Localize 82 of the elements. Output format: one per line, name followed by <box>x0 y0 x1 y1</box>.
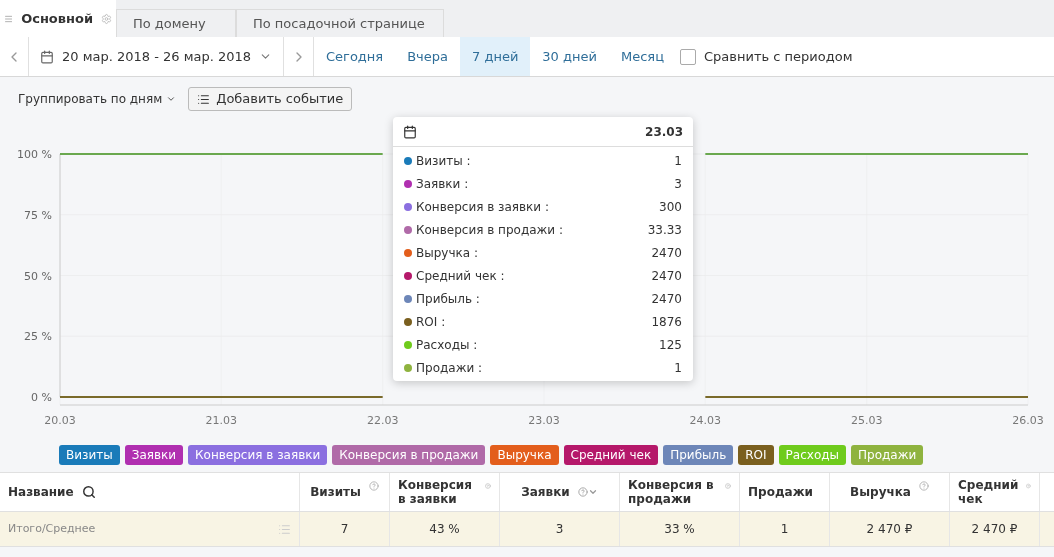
period-tab[interactable]: 30 дней <box>530 37 609 76</box>
legend-toggle[interactable]: Прибыль <box>663 444 734 465</box>
help-icon[interactable] <box>725 481 731 491</box>
tooltip-label: Конверсия в продажи : <box>416 221 564 239</box>
help-icon[interactable] <box>918 481 929 491</box>
row-name: Итого/Среднее <box>8 520 96 537</box>
table-cell: 2 470 ₽ <box>830 512 950 546</box>
tooltip-label: Средний чек : <box>416 267 505 285</box>
column-header[interactable]: Продажи <box>740 473 830 511</box>
column-header[interactable]: Название <box>0 473 300 511</box>
x-tick-label: 22.03 <box>366 414 399 427</box>
help-icon[interactable] <box>1026 481 1031 491</box>
group-by-dropdown[interactable]: Группировать по дням <box>18 90 177 108</box>
y-tick-label: 0 % <box>31 391 52 404</box>
legend-toggle[interactable]: Конверсия в заявки <box>188 444 328 465</box>
legend-toggle[interactable]: Заявки <box>124 444 184 465</box>
x-tick-label: 24.03 <box>689 414 722 427</box>
compare-label: Сравнить с периодом <box>704 47 853 66</box>
y-tick-label: 75 % <box>24 208 52 222</box>
period-tab[interactable]: Вчера <box>395 37 460 76</box>
table-cell: 7 <box>300 512 390 546</box>
y-tick-label: 25 % <box>24 330 52 344</box>
legend-toggle[interactable]: Визиты <box>59 444 120 465</box>
tooltip-value: 1 <box>674 152 682 170</box>
tooltip-value: 3 <box>674 175 682 193</box>
column-header[interactable]: Заявки <box>500 473 620 511</box>
tooltip-label: Продажи : <box>416 359 483 377</box>
column-header[interactable]: Средний чек <box>950 473 1040 511</box>
tab[interactable]: Основной <box>0 0 116 37</box>
tooltip-label: Конверсия в заявки : <box>416 198 550 216</box>
x-tick-label: 26.03 <box>1012 414 1044 427</box>
x-tick-label: 25.03 <box>850 414 883 427</box>
table-cell: 2 470 ₽ <box>950 512 1040 546</box>
tooltip-date: 23.03 <box>645 123 683 141</box>
column-header[interactable]: Выручка <box>830 473 950 511</box>
tooltip-value: 33.33 <box>647 221 682 239</box>
calendar-icon <box>39 49 54 64</box>
tooltip-label: Прибыль : <box>416 290 480 308</box>
table-cell: 33 % <box>620 512 740 546</box>
y-tick-label: 50 % <box>24 269 52 283</box>
legend-toggle[interactable]: Средний чек <box>563 444 659 465</box>
column-header[interactable]: Конверсия в продажи <box>620 473 740 511</box>
period-tab[interactable]: Сегодня <box>314 37 396 76</box>
x-tick-label: 21.03 <box>205 414 238 427</box>
calendar-icon <box>403 124 417 139</box>
tooltip-value: 1 <box>674 359 682 377</box>
settings-icon[interactable] <box>101 12 112 25</box>
search-icon[interactable] <box>81 485 96 499</box>
x-tick-label: 23.03 <box>528 414 560 427</box>
tooltip-label: Расходы : <box>416 336 478 354</box>
chevron-down-icon <box>166 94 177 104</box>
table-cell: 3 <box>500 512 620 546</box>
legend-toggle[interactable]: ROI <box>738 444 774 465</box>
legend-toggle[interactable]: Выручка <box>490 444 559 465</box>
tooltip-label: Заявки : <box>416 175 469 193</box>
y-tick-label: 100 % <box>17 148 52 161</box>
tooltip-label: ROI : <box>416 313 446 331</box>
tooltip-value: 2470 <box>651 244 682 262</box>
tooltip-value: 2470 <box>651 290 682 308</box>
drag-handle-icon <box>4 13 14 24</box>
legend-toggle[interactable]: Конверсия в продажи <box>332 444 486 465</box>
compare-checkbox[interactable] <box>680 48 696 65</box>
sort-descending-icon[interactable] <box>577 487 598 497</box>
tooltip-value: 2470 <box>651 267 682 285</box>
period-tab[interactable]: 7 дней <box>460 37 531 76</box>
date-range-picker[interactable]: 20 мар. 2018 - 26 мар. 2018 <box>29 37 284 76</box>
help-icon[interactable] <box>485 481 491 491</box>
table-cell: 1 <box>740 512 830 546</box>
tooltip-value: 300 <box>659 198 682 216</box>
tooltip-label: Визиты : <box>416 152 471 170</box>
column-header[interactable]: Визиты <box>300 473 390 511</box>
table-cell: 43 % <box>390 512 500 546</box>
tooltip-label: Выручка : <box>416 244 478 262</box>
add-event-button[interactable]: Добавить событие <box>188 87 353 111</box>
tooltip-value: 125 <box>659 336 682 354</box>
period-tab[interactable]: Месяц <box>608 37 676 76</box>
tooltip-value: 1876 <box>651 313 682 331</box>
details-icon[interactable] <box>278 522 291 536</box>
x-tick-label: 20.03 <box>44 414 76 427</box>
list-icon <box>197 92 211 106</box>
help-icon[interactable] <box>368 481 379 491</box>
column-header[interactable]: Конверсия в заявки <box>390 473 500 511</box>
